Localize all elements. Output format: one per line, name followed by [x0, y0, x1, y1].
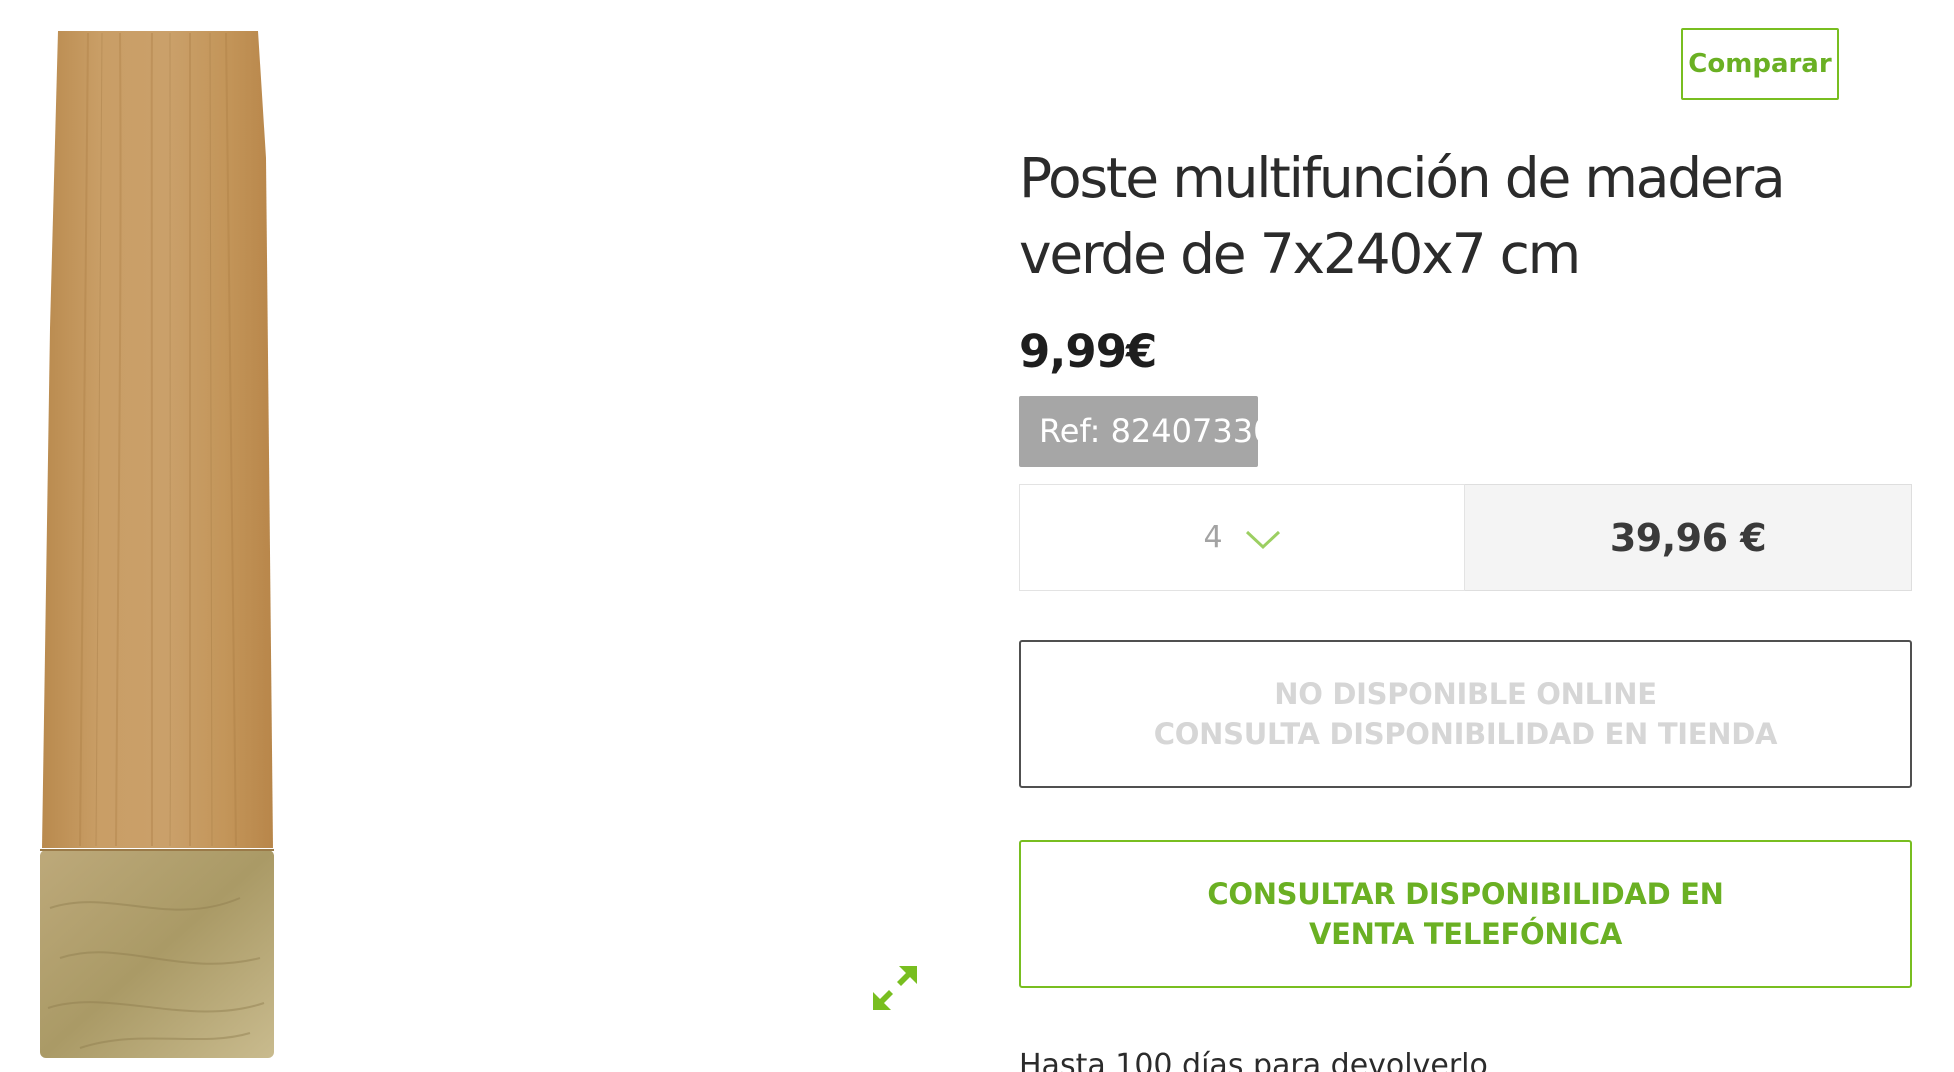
post-face [42, 31, 273, 848]
quantity-select[interactable]: 4 [1019, 484, 1465, 591]
quantity-row: 4 39,96 € [1019, 484, 1912, 591]
quantity-value: 4 [1203, 520, 1223, 555]
online-unavailable-line-1: NO DISPONIBLE ONLINE [1274, 677, 1657, 711]
returns-note: Hasta 100 días para devolverlo [1019, 1048, 1488, 1072]
product-title: Poste multifunción de madera verde de 7x… [1019, 140, 1839, 292]
online-unavailable-button[interactable]: NO DISPONIBLE ONLINE CONSULTA DISPONIBIL… [1019, 640, 1912, 788]
product-page: Comparar Poste multifunción de madera ve… [0, 0, 1954, 1072]
reference-badge: Ref: 82407330 [1019, 396, 1258, 467]
phone-availability-line-1: CONSULTAR DISPONIBILIDAD EN [1207, 877, 1724, 911]
compare-button[interactable]: Comparar [1681, 28, 1839, 100]
total-price: 39,96 € [1609, 515, 1767, 560]
phone-availability-button[interactable]: CONSULTAR DISPONIBILIDAD EN VENTA TELEFÓ… [1019, 840, 1912, 988]
product-title-line-2: verde de 7x240x7 cm [1019, 222, 1581, 286]
product-image[interactable] [40, 28, 310, 1062]
product-title-line-1: Poste multifunción de madera [1019, 146, 1786, 210]
online-unavailable-line-2: CONSULTA DISPONIBILIDAD EN TIENDA [1153, 717, 1778, 751]
chevron-down-icon [1245, 530, 1280, 549]
expand-arrows-icon[interactable] [869, 962, 921, 1014]
total-price-box: 39,96 € [1465, 484, 1912, 591]
phone-availability-line-2: VENTA TELEFÓNICA [1309, 917, 1622, 951]
unit-price: 9,99€ [1019, 325, 1157, 378]
